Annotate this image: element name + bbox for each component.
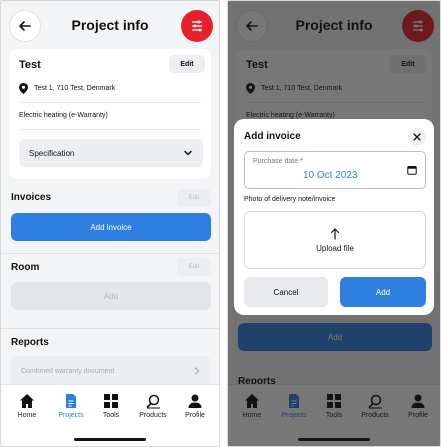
divider: [19, 129, 201, 130]
tab-label: Products: [139, 412, 167, 419]
home-icon: [20, 394, 34, 408]
cancel-button[interactable]: Cancel: [244, 277, 328, 307]
add-invoice-button[interactable]: Add invoice: [11, 213, 211, 241]
project-card: Test Edit Test 1, 710 Test, Denmark Elec…: [9, 49, 211, 179]
chevron-down-icon: [183, 148, 193, 158]
purchase-date-value: 10 Oct 2023: [303, 170, 358, 181]
combined-warranty-row[interactable]: Combined warranty document: [11, 356, 211, 386]
required-mark: *: [300, 158, 303, 165]
project-name: Test: [19, 59, 41, 71]
report-item-label: Combined warranty document: [21, 367, 115, 375]
add-room-button[interactable]: Add: [11, 282, 211, 310]
filter-button[interactable]: [181, 10, 213, 42]
screenshot-stage: Project info Test Edit Test 1, 710 Test,…: [0, 0, 441, 447]
upload-file-area[interactable]: Upload file: [244, 211, 426, 269]
sliders-icon: [192, 20, 202, 32]
specification-dropdown[interactable]: Specification: [19, 139, 203, 167]
chevron-right-icon: [194, 367, 200, 375]
tab-tools[interactable]: Tools: [89, 393, 133, 419]
modal-title: Add invoice: [244, 131, 301, 142]
upload-label: Upload file: [316, 243, 354, 253]
add-button[interactable]: Add: [340, 277, 426, 307]
document-icon: [66, 394, 76, 408]
header: Project info: [1, 1, 219, 53]
photo-label: Photo of delivery note/invoice: [244, 196, 336, 203]
arrow-up-icon: [330, 227, 340, 240]
project-info-screen: Project info Test Edit Test 1, 710 Test,…: [0, 0, 220, 447]
tab-label: Projects: [58, 412, 84, 419]
section-divider: [1, 328, 219, 329]
tab-label: Tools: [102, 412, 120, 419]
home-indicator: [74, 438, 146, 441]
room-title: Room: [11, 262, 40, 273]
calendar-icon[interactable]: [407, 165, 417, 175]
invoices-title: Invoices: [11, 192, 52, 203]
purchase-date-field[interactable]: Purchase date * 10 Oct 2023: [244, 151, 426, 189]
project-edit-button[interactable]: Edit: [169, 55, 205, 73]
purchase-date-label: Purchase date *: [253, 158, 303, 165]
room-edit-button[interactable]: Edit: [177, 258, 211, 276]
search-icon: [146, 394, 160, 409]
reports-title: Reports: [11, 337, 49, 348]
grid-icon: [104, 394, 118, 408]
invoices-edit-button[interactable]: Edit: [177, 189, 211, 207]
address-row: Test 1, 710 Test, Denmark: [19, 83, 115, 94]
project-address: Test 1, 710 Test, Denmark: [34, 85, 116, 92]
close-icon: [413, 133, 421, 141]
tab-products[interactable]: Products: [131, 393, 175, 419]
tab-label: Home: [17, 412, 37, 419]
add-invoice-modal: Add invoice Purchase date * 10 Oct 2023 …: [234, 119, 434, 315]
tab-profile[interactable]: Profile: [173, 393, 217, 419]
date-label-text: Purchase date: [253, 158, 299, 165]
section-divider: [1, 253, 219, 254]
location-pin-icon: [19, 83, 28, 94]
close-button[interactable]: [408, 128, 426, 146]
bottom-tab-bar: Home Projects Tools Products Profile: [1, 384, 219, 446]
tab-projects[interactable]: Projects: [49, 393, 93, 419]
specification-label: Specification: [29, 148, 75, 158]
divider: [19, 102, 201, 103]
person-icon: [188, 394, 202, 408]
add-invoice-screen: Project info Test Edit Test 1, 710 Test,…: [227, 0, 441, 447]
tab-label: Profile: [185, 412, 205, 419]
heating-type: Electric heating (e-Warranty): [19, 112, 108, 119]
tab-home[interactable]: Home: [5, 393, 49, 419]
